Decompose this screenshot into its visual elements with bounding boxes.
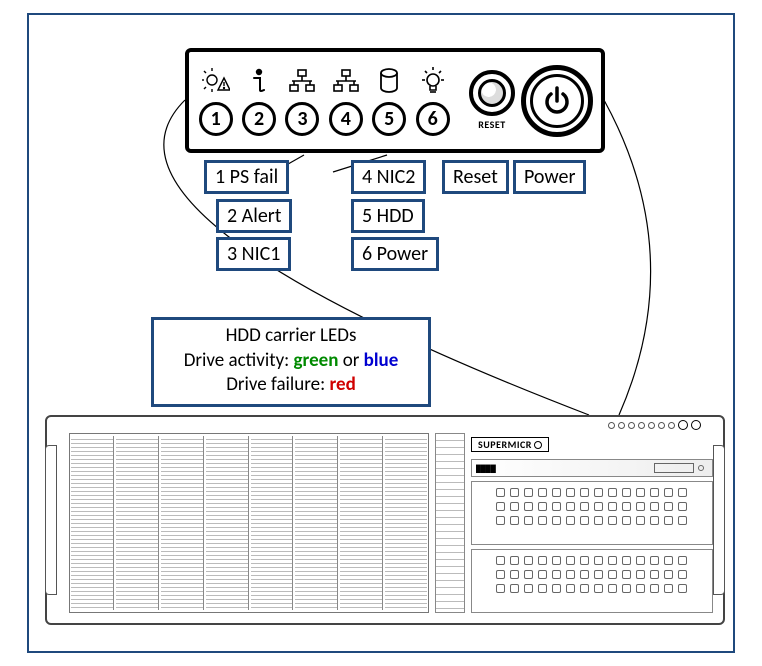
label-power-led: 6 Power: [351, 237, 439, 271]
led-6: 6: [414, 66, 451, 136]
label-nic1: 3 NIC1: [216, 237, 291, 271]
drive-bay[interactable]: [206, 436, 249, 610]
reset-button-label: RESET: [478, 118, 505, 131]
drive-bay[interactable]: [161, 436, 204, 610]
light-warning-icon: [201, 66, 231, 96]
label-alert: 2 Alert: [216, 199, 292, 233]
network-icon: [331, 66, 361, 96]
psu-module-1: [471, 481, 713, 545]
led-3: 3: [284, 66, 321, 136]
label-hdd: 5 HDD: [351, 199, 425, 233]
led-number-1: 1: [199, 102, 233, 136]
drive-bay[interactable]: [340, 436, 383, 610]
power-button[interactable]: [521, 65, 593, 137]
network-icon: [287, 66, 317, 96]
label-power: Power: [513, 160, 586, 194]
psu-module-2: [471, 549, 713, 613]
optical-control-strip: ████: [471, 459, 713, 477]
led-number-3: 3: [285, 102, 319, 136]
server-chassis: SUPERMICR ████: [45, 415, 725, 625]
control-panel-callout: 1 2 3 4 5: [185, 48, 605, 153]
cylinder-icon: [374, 66, 404, 96]
hdd-box-activity: Drive activity: green or blue: [160, 349, 422, 374]
failure-prefix: Drive failure:: [226, 373, 329, 396]
drive-bay[interactable]: [71, 436, 114, 610]
failure-red: red: [329, 373, 355, 396]
chassis-control-strip: [465, 419, 707, 431]
rack-ear-right: [713, 445, 725, 595]
label-nic2: 4 NIC2: [351, 160, 426, 194]
brand-badge: SUPERMICR: [471, 437, 549, 452]
activity-or: or: [338, 349, 363, 372]
drive-bay[interactable]: [116, 436, 159, 610]
hdd-box-title: HDD carrier LEDs: [160, 324, 422, 349]
hdd-led-info-box: HDD carrier LEDs Drive activity: green o…: [151, 317, 431, 407]
mini-power-icon[interactable]: [691, 420, 701, 430]
hdd-box-failure: Drive failure: red: [160, 373, 422, 398]
rack-ear-left: [45, 445, 57, 595]
led-1: 1: [197, 66, 234, 136]
drive-bay[interactable]: [295, 436, 338, 610]
reset-button[interactable]: RESET: [469, 70, 515, 131]
drive-bay[interactable]: [251, 436, 294, 610]
right-module-stack: SUPERMICR ████: [471, 433, 713, 613]
info-icon: [244, 66, 274, 96]
activity-prefix: Drive activity:: [184, 349, 294, 372]
led-2: 2: [240, 66, 277, 136]
activity-green: green: [294, 349, 339, 372]
led-number-6: 6: [416, 102, 450, 136]
power-icon: [540, 84, 574, 118]
drive-bay[interactable]: [385, 436, 427, 610]
mid-vent-strip: [435, 433, 465, 613]
label-ps-fail: 1 PS fail: [204, 160, 289, 194]
led-number-5: 5: [372, 102, 406, 136]
led-4: 4: [327, 66, 364, 136]
diagram-frame: 1 2 3 4 5: [27, 13, 735, 653]
led-5: 5: [371, 66, 408, 136]
drive-cage: [69, 433, 429, 613]
led-number-2: 2: [242, 102, 276, 136]
activity-blue: blue: [364, 349, 399, 372]
mini-reset-icon[interactable]: [678, 420, 688, 430]
label-reset: Reset: [442, 160, 509, 194]
led-number-4: 4: [329, 102, 363, 136]
bulb-icon: [418, 66, 448, 96]
